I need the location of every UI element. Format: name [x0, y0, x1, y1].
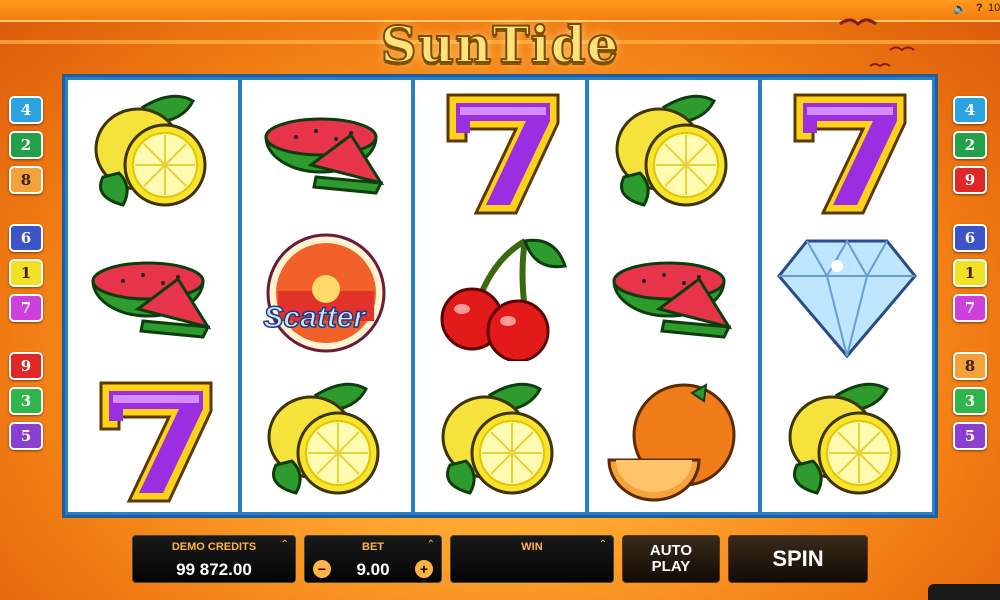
win-panel: WIN ⌃ — [450, 535, 614, 583]
chevron-up-icon: ⌃ — [426, 539, 435, 550]
seven-icon — [78, 371, 228, 509]
payline-9-indicator[interactable]: 9 — [9, 352, 43, 380]
bet-label: BET — [362, 541, 384, 553]
game-logo: SunTide — [340, 6, 660, 82]
watermelon-icon — [251, 83, 401, 221]
payline-6-indicator[interactable]: 6 — [953, 224, 987, 252]
help-icon[interactable]: ? — [976, 2, 983, 14]
cherries-icon — [425, 227, 575, 365]
payline-7-indicator[interactable]: 7 — [953, 294, 987, 322]
payline-8-indicator[interactable]: 8 — [9, 166, 43, 194]
reel-3 — [415, 80, 585, 512]
scatter-label: Scatter — [263, 300, 366, 335]
seven-icon — [425, 83, 575, 221]
game-title: SunTide — [380, 14, 620, 75]
credits-value: 99 872.00 — [176, 560, 252, 579]
lemon-icon — [425, 371, 575, 509]
watermelon-icon — [78, 227, 228, 365]
bet-panel: BET ⌃ − 9.00 + — [304, 535, 442, 583]
win-label: WIN — [521, 541, 543, 553]
autoplay-button[interactable]: AUTO PLAY — [622, 535, 720, 583]
watermelon-icon — [599, 227, 749, 365]
payline-5-indicator[interactable]: 5 — [953, 422, 987, 450]
lemon-icon — [599, 83, 749, 221]
lemon-icon — [251, 371, 401, 509]
speaker-icon[interactable]: 🔈 — [953, 2, 967, 15]
reel-1 — [68, 80, 238, 512]
reel-5 — [762, 80, 932, 512]
payline-2-indicator[interactable]: 2 — [9, 131, 43, 159]
seagull-icon — [839, 18, 915, 68]
credits-label: DEMO CREDITS — [171, 541, 257, 553]
payline-indicators-right: 4 2 9 6 1 7 8 3 5 — [953, 96, 987, 457]
seven-icon — [772, 83, 922, 221]
reel-area: Scatter — [62, 74, 938, 518]
chevron-up-icon: ⌃ — [598, 539, 607, 550]
payline-5-indicator[interactable]: 5 — [9, 422, 43, 450]
scatter-icon: Scatter — [251, 227, 401, 365]
payline-7-indicator[interactable]: 7 — [9, 294, 43, 322]
payline-3-indicator[interactable]: 3 — [9, 387, 43, 415]
reel-4 — [588, 80, 759, 512]
payline-2-indicator[interactable]: 2 — [953, 131, 987, 159]
payline-9-indicator[interactable]: 9 — [953, 166, 987, 194]
payline-4-indicator[interactable]: 4 — [953, 96, 987, 124]
lemon-icon — [78, 83, 228, 221]
payline-1-indicator[interactable]: 1 — [953, 259, 987, 287]
orange-icon — [599, 371, 749, 509]
payline-4-indicator[interactable]: 4 — [9, 96, 43, 124]
payline-6-indicator[interactable]: 6 — [9, 224, 43, 252]
spin-button[interactable]: SPIN — [728, 535, 868, 583]
credits-panel[interactable]: DEMO CREDITS ⌃ 99 872.00 — [132, 535, 296, 583]
clock-text: 10 — [988, 2, 1000, 14]
payline-1-indicator[interactable]: 1 — [9, 259, 43, 287]
reel-2: Scatter — [241, 80, 412, 512]
lemon-icon — [772, 371, 922, 509]
bet-increase-button[interactable]: + — [415, 560, 433, 578]
chevron-up-icon: ⌃ — [280, 539, 289, 550]
payline-8-indicator[interactable]: 8 — [953, 352, 987, 380]
corner-tab — [928, 584, 1000, 600]
payline-3-indicator[interactable]: 3 — [953, 387, 987, 415]
payline-indicators-left: 4 2 8 6 1 7 9 3 5 — [9, 96, 43, 457]
diamond-icon — [772, 227, 922, 365]
